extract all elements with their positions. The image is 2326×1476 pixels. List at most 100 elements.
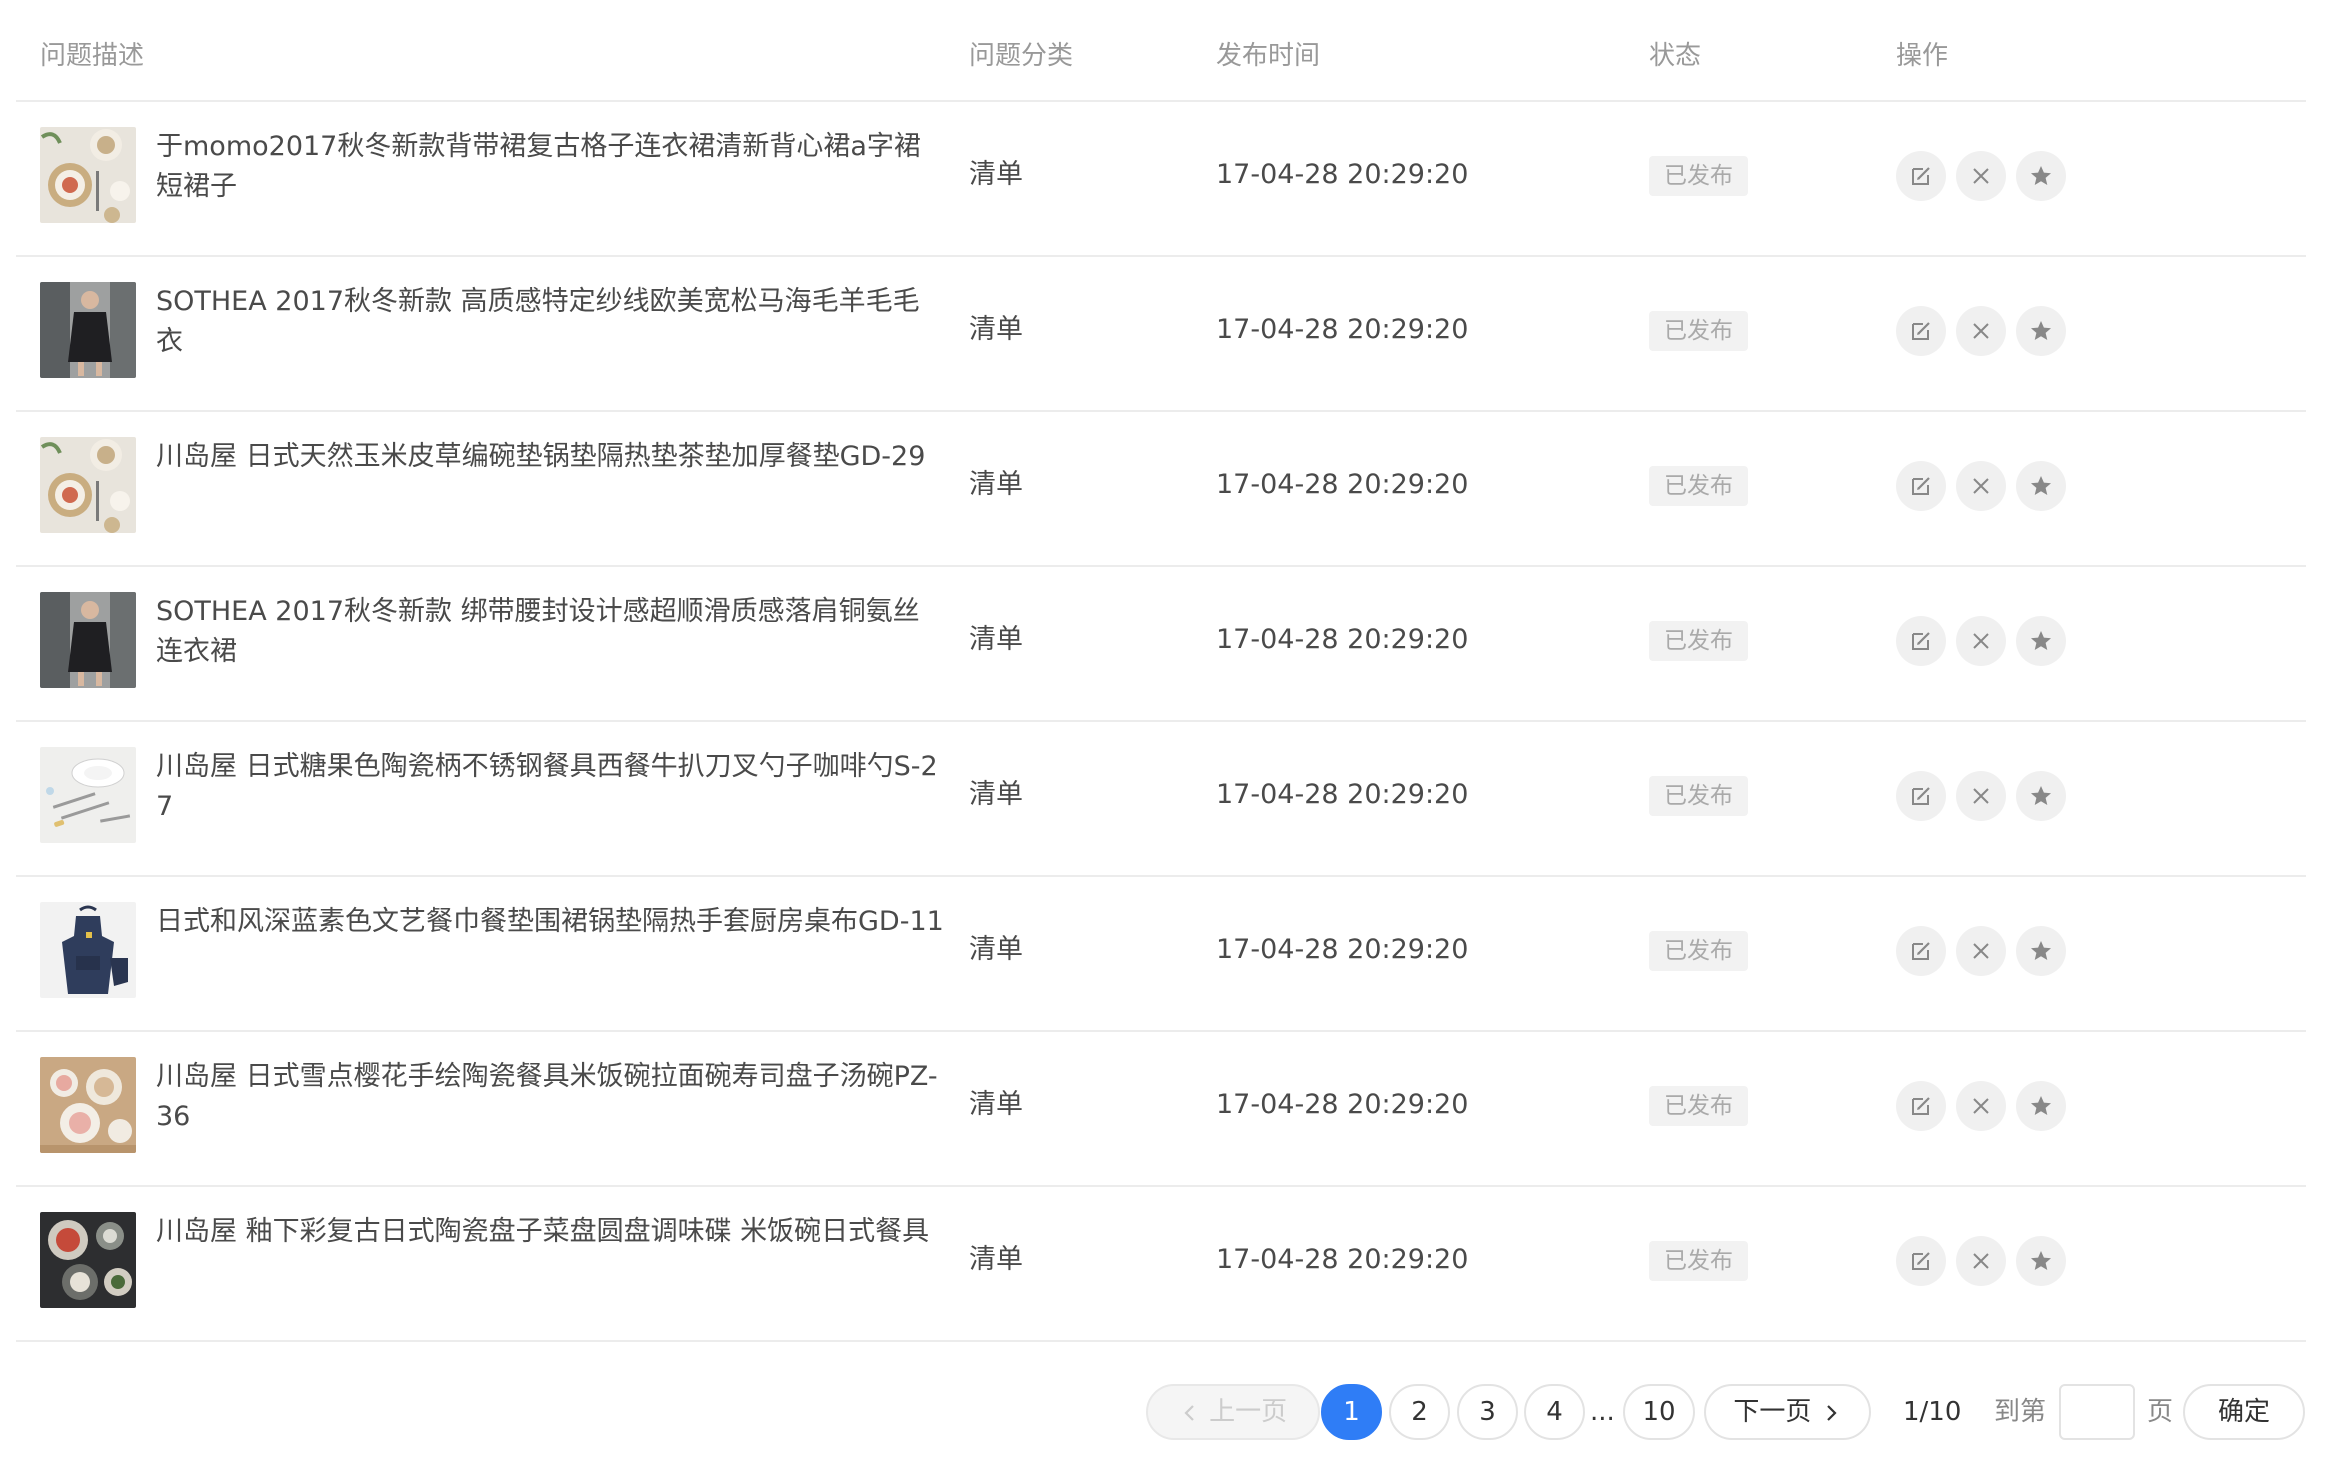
status-badge: 已发布 — [1649, 156, 1748, 196]
row-description[interactable]: SOTHEA 2017秋冬新款 绑带腰封设计感超顺滑质感落肩铜氨丝连衣裙 — [156, 592, 946, 672]
row-published-time: 17-04-28 20:29:20 — [1216, 624, 1469, 655]
star-button[interactable] — [2016, 1081, 2066, 1131]
table-row: SOTHEA 2017秋冬新款 高质感特定纱线欧美宽松马海毛羊毛毛衣 清单 17-0… — [16, 257, 2306, 412]
star-button[interactable] — [2016, 1236, 2066, 1286]
edit-icon — [1908, 938, 1934, 964]
close-button[interactable] — [1956, 1236, 2006, 1286]
chevron-right-icon — [1826, 1404, 1837, 1421]
star-button[interactable] — [2016, 306, 2066, 356]
page-button-4[interactable]: 4 — [1524, 1384, 1585, 1440]
status-badge: 已发布 — [1649, 1086, 1748, 1126]
star-button[interactable] — [2016, 151, 2066, 201]
header-actions: 操作 — [1896, 41, 1949, 71]
row-description[interactable]: 川岛屋 日式天然玉米皮草编碗垫锅垫隔热垫茶垫加厚餐垫GD-29 — [156, 437, 946, 477]
prev-page-label: 上一页 — [1209, 1397, 1288, 1427]
row-published-time: 17-04-28 20:29:20 — [1216, 159, 1469, 190]
confirm-button[interactable]: 确定 — [2183, 1384, 2305, 1440]
row-category: 清单 — [969, 1244, 1023, 1275]
close-button[interactable] — [1956, 771, 2006, 821]
edit-button[interactable] — [1896, 771, 1946, 821]
dishes-thumbnail[interactable] — [40, 1057, 136, 1153]
edit-button[interactable] — [1896, 1081, 1946, 1131]
edit-button[interactable] — [1896, 151, 1946, 201]
edit-button[interactable] — [1896, 461, 1946, 511]
fashion-thumbnail[interactable] — [40, 592, 136, 688]
table-row: 川岛屋 日式糖果色陶瓷柄不锈钢餐具西餐牛扒刀叉勺子咖啡勺S-27 清单 17-04-… — [16, 722, 2306, 877]
table-header: 问题描述 问题分类 发布时间 状态 操作 — [16, 0, 2306, 102]
next-page-button[interactable]: 下一页 — [1704, 1384, 1871, 1440]
prev-page-button[interactable]: 上一页 — [1146, 1384, 1320, 1440]
star-icon — [2028, 473, 2054, 499]
close-icon — [1968, 473, 1994, 499]
edit-button[interactable] — [1896, 926, 1946, 976]
pagination: 上一页 1 2 3 4 ... 10 下一页 1/10 到第 页 确定 — [0, 1384, 2326, 1444]
edit-icon — [1908, 783, 1934, 809]
close-button[interactable] — [1956, 151, 2006, 201]
status-badge: 已发布 — [1649, 931, 1748, 971]
table-row: 于momo2017秋冬新款背带裙复古格子连衣裙清新背心裙a字裙短裙子 清单 17-0… — [16, 102, 2306, 257]
row-category: 清单 — [969, 159, 1023, 190]
star-icon — [2028, 628, 2054, 654]
row-published-time: 17-04-28 20:29:20 — [1216, 1244, 1469, 1275]
row-published-time: 17-04-28 20:29:20 — [1216, 1089, 1469, 1120]
close-icon — [1968, 163, 1994, 189]
goto-label: 到第 — [1994, 1397, 2047, 1427]
row-category: 清单 — [969, 1089, 1023, 1120]
page-unit-label: 页 — [2147, 1397, 2174, 1427]
star-button[interactable] — [2016, 926, 2066, 976]
row-category: 清单 — [969, 934, 1023, 965]
tableware-thumbnail[interactable] — [40, 127, 136, 223]
page-button-3[interactable]: 3 — [1457, 1384, 1518, 1440]
dark-dishes-thumbnail[interactable] — [40, 1212, 136, 1308]
close-button[interactable] — [1956, 306, 2006, 356]
star-icon — [2028, 1093, 2054, 1119]
edit-button[interactable] — [1896, 1236, 1946, 1286]
row-description[interactable]: 于momo2017秋冬新款背带裙复古格子连衣裙清新背心裙a字裙短裙子 — [156, 127, 946, 207]
close-button[interactable] — [1956, 1081, 2006, 1131]
star-icon — [2028, 318, 2054, 344]
table-row: 川岛屋 日式雪点樱花手绘陶瓷餐具米饭碗拉面碗寿司盘子汤碗PZ-36 清单 17-04… — [16, 1032, 2306, 1187]
page-button-2[interactable]: 2 — [1389, 1384, 1450, 1440]
close-icon — [1968, 1093, 1994, 1119]
close-icon — [1968, 938, 1994, 964]
page-button-1[interactable]: 1 — [1321, 1384, 1382, 1440]
table-row: 日式和风深蓝素色文艺餐巾餐垫围裙锅垫隔热手套厨房桌布GD-11 清单 17-04-2… — [16, 877, 2306, 1032]
edit-button[interactable] — [1896, 306, 1946, 356]
close-button[interactable] — [1956, 926, 2006, 976]
star-button[interactable] — [2016, 461, 2066, 511]
row-published-time: 17-04-28 20:29:20 — [1216, 779, 1469, 810]
star-button[interactable] — [2016, 771, 2066, 821]
star-icon — [2028, 938, 2054, 964]
row-description[interactable]: 川岛屋 日式雪点樱花手绘陶瓷餐具米饭碗拉面碗寿司盘子汤碗PZ-36 — [156, 1057, 946, 1137]
edit-button[interactable] — [1896, 616, 1946, 666]
page-count: 1/10 — [1903, 1397, 1962, 1427]
fashion-thumbnail[interactable] — [40, 282, 136, 378]
table-row: 川岛屋 日式天然玉米皮草编碗垫锅垫隔热垫茶垫加厚餐垫GD-29 清单 17-04-2… — [16, 412, 2306, 567]
cutlery-thumbnail[interactable] — [40, 747, 136, 843]
row-description[interactable]: 日式和风深蓝素色文艺餐巾餐垫围裙锅垫隔热手套厨房桌布GD-11 — [156, 902, 946, 942]
goto-page-input[interactable] — [2059, 1384, 2135, 1440]
page-button-10[interactable]: 10 — [1623, 1384, 1695, 1440]
close-button[interactable] — [1956, 616, 2006, 666]
tableware-thumbnail[interactable] — [40, 437, 136, 533]
close-icon — [1968, 1248, 1994, 1274]
chevron-left-icon — [1184, 1404, 1194, 1421]
star-button[interactable] — [2016, 616, 2066, 666]
table-row: SOTHEA 2017秋冬新款 绑带腰封设计感超顺滑质感落肩铜氨丝连衣裙 清单 17… — [16, 567, 2306, 722]
close-button[interactable] — [1956, 461, 2006, 511]
row-description[interactable]: 川岛屋 釉下彩复古日式陶瓷盘子菜盘圆盘调味碟 米饭碗日式餐具 — [156, 1212, 946, 1252]
status-badge: 已发布 — [1649, 1241, 1748, 1281]
status-badge: 已发布 — [1649, 311, 1748, 351]
product-table: 问题描述 问题分类 发布时间 状态 操作 于momo2017秋冬新款背带裙复古格… — [16, 0, 2306, 1342]
row-description[interactable]: SOTHEA 2017秋冬新款 高质感特定纱线欧美宽松马海毛羊毛毛衣 — [156, 282, 946, 362]
edit-icon — [1908, 318, 1934, 344]
star-icon — [2028, 783, 2054, 809]
header-status: 状态 — [1649, 41, 1702, 71]
header-published-time: 发布时间 — [1216, 41, 1321, 71]
close-icon — [1968, 628, 1994, 654]
apron-thumbnail[interactable] — [40, 902, 136, 998]
row-published-time: 17-04-28 20:29:20 — [1216, 314, 1469, 345]
pagination-ellipsis: ... — [1590, 1397, 1615, 1427]
row-category: 清单 — [969, 469, 1023, 500]
row-description[interactable]: 川岛屋 日式糖果色陶瓷柄不锈钢餐具西餐牛扒刀叉勺子咖啡勺S-27 — [156, 747, 946, 827]
